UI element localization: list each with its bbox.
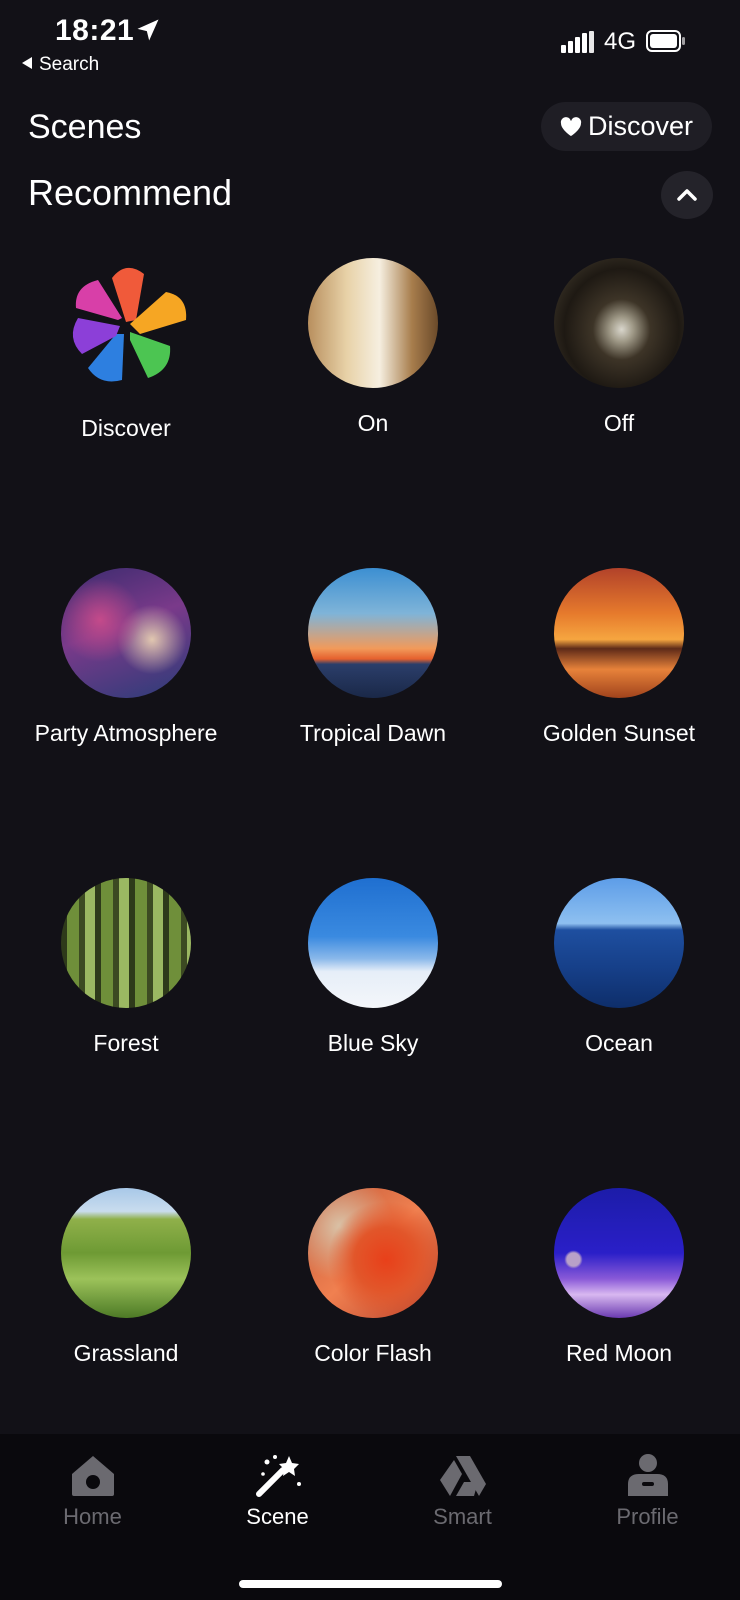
scene-ocean-image <box>554 878 684 1008</box>
scene-ocean[interactable]: Ocean <box>496 878 740 1057</box>
network-type: 4G <box>604 28 637 55</box>
status-bar: 18:21 Search 4G <box>0 0 740 90</box>
clock: 18:21 <box>55 14 135 47</box>
scene-label: On <box>357 410 389 436</box>
scene-label: Grassland <box>73 1340 179 1366</box>
scene-grassland[interactable]: Grassland <box>3 1188 249 1367</box>
tab-home[interactable]: Home <box>0 1452 185 1530</box>
home-indicator <box>239 1580 502 1588</box>
scene-label: Off <box>603 410 635 436</box>
scene-label: Discover <box>81 415 171 441</box>
tab-scene[interactable]: Scene <box>185 1452 370 1530</box>
scene-party-atmosphere-image <box>61 568 191 698</box>
scene-discover[interactable]: Discover <box>3 258 249 442</box>
collapse-button[interactable] <box>661 171 713 219</box>
scene-label: Ocean <box>585 1030 653 1056</box>
scene-tropical-dawn[interactable]: Tropical Dawn <box>250 568 496 747</box>
tab-profile[interactable]: Profile <box>555 1452 740 1530</box>
scene-golden-sunset-image <box>554 568 684 698</box>
heart-icon <box>560 116 582 136</box>
scene-off-image <box>554 258 684 388</box>
scene-grassland-image <box>61 1188 191 1318</box>
scene-label: Red Moon <box>565 1340 673 1366</box>
scene-forest[interactable]: Forest <box>3 878 249 1057</box>
scene-label: Forest <box>93 1030 159 1056</box>
discover-button[interactable]: Discover <box>541 102 712 151</box>
scene-red-moon[interactable]: Red Moon <box>496 1188 740 1367</box>
scene-golden-sunset[interactable]: Golden Sunset <box>496 568 740 747</box>
scene-red-moon-image <box>554 1188 684 1318</box>
section-title: Recommend <box>28 172 233 213</box>
back-to-search[interactable]: Search <box>22 54 99 76</box>
scene-on-image <box>308 258 438 388</box>
magic-wand-icon <box>255 1455 301 1497</box>
scene-party-atmosphere[interactable]: Party Atmosphere <box>3 568 249 747</box>
profile-icon <box>627 1454 668 1496</box>
scene-on[interactable]: On <box>250 258 496 437</box>
scene-blue-sky[interactable]: Blue Sky <box>250 878 496 1057</box>
scene-label: Tropical Dawn <box>299 720 447 746</box>
scene-blue-sky-image <box>308 878 438 1008</box>
scene-color-flash-image <box>308 1188 438 1318</box>
page-title: Scenes <box>28 108 142 146</box>
chevron-up-icon <box>677 189 697 201</box>
location-arrow-icon <box>137 19 159 41</box>
scene-off[interactable]: Off <box>496 258 740 437</box>
scene-label: Party Atmosphere <box>34 720 218 746</box>
smart-icon <box>439 1456 486 1496</box>
battery-icon <box>646 30 685 52</box>
scene-label: Blue Sky <box>327 1030 419 1056</box>
scene-color-flash[interactable]: Color Flash <box>250 1188 496 1367</box>
scene-label: Color Flash <box>314 1340 432 1366</box>
scene-tropical-dawn-image <box>308 568 438 698</box>
tab-bar: Home Scene Smart Profile <box>0 1434 740 1600</box>
scene-label: Golden Sunset <box>542 720 696 746</box>
cellular-signal-icon <box>561 31 594 53</box>
home-icon <box>71 1456 114 1496</box>
back-arrow-icon <box>22 57 32 69</box>
tab-smart[interactable]: Smart <box>370 1452 555 1530</box>
page-header: Scenes Discover <box>0 100 740 156</box>
scene-forest-image <box>61 878 191 1008</box>
discover-petals-icon <box>72 267 187 382</box>
